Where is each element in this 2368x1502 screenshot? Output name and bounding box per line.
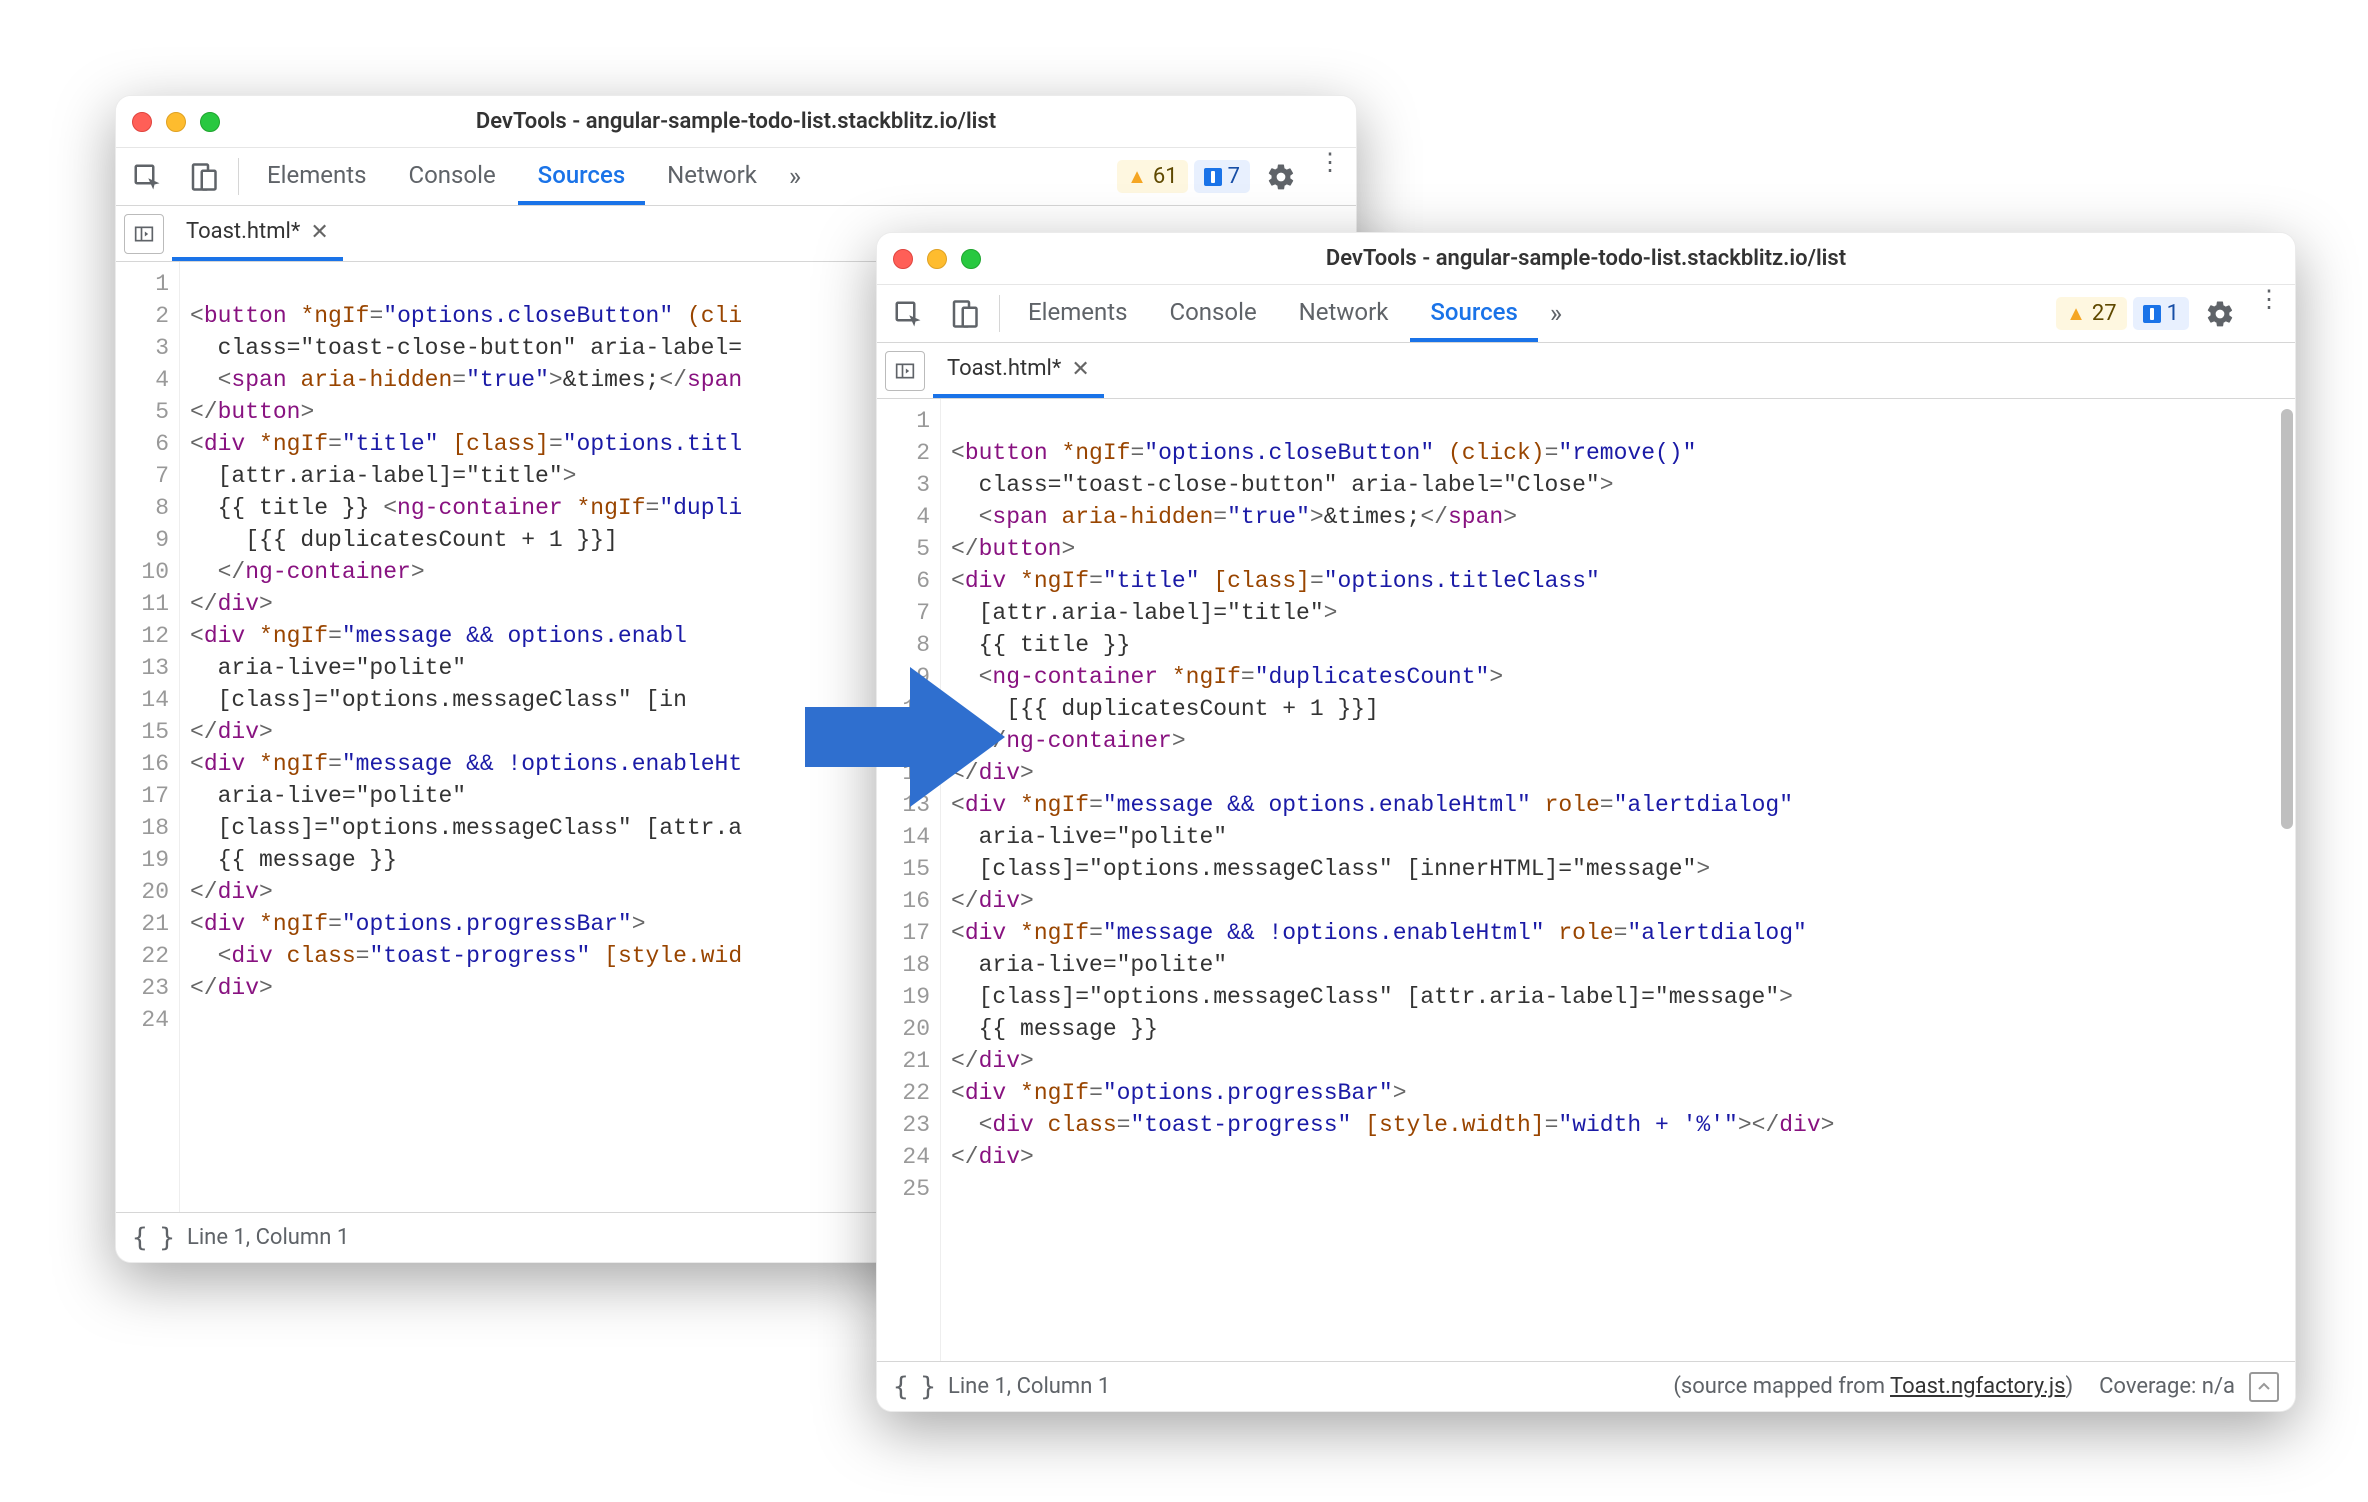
- inspect-icon[interactable]: [881, 285, 935, 342]
- minimize-window-icon[interactable]: [166, 112, 186, 132]
- line-gutter: 1234567891011121314151617181920212223242…: [877, 399, 941, 1361]
- close-window-icon[interactable]: [132, 112, 152, 132]
- cursor-position: Line 1, Column 1: [948, 1374, 1110, 1399]
- window-title: DevTools - angular-sample-todo-list.stac…: [1326, 246, 1846, 271]
- close-tab-icon[interactable]: ✕: [310, 219, 328, 245]
- line-gutter: 123456789101112131415161718192021222324: [116, 262, 180, 1212]
- navigator-toggle-icon[interactable]: [124, 214, 164, 254]
- tab-elements[interactable]: Elements: [247, 148, 386, 205]
- settings-icon[interactable]: [1254, 148, 1308, 205]
- kebab-menu-icon[interactable]: ⋮: [2249, 285, 2291, 342]
- close-window-icon[interactable]: [893, 249, 913, 269]
- warnings-badge[interactable]: ▲61: [1117, 160, 1188, 193]
- navigator-toggle-icon[interactable]: [885, 351, 925, 391]
- tab-sources[interactable]: Sources: [1410, 285, 1538, 342]
- window-title: DevTools - angular-sample-todo-list.stac…: [476, 109, 996, 134]
- devtools-window-b: DevTools - angular-sample-todo-list.stac…: [876, 232, 2296, 1412]
- zoom-window-icon[interactable]: [961, 249, 981, 269]
- kebab-menu-icon[interactable]: ⋮: [1310, 148, 1352, 205]
- file-tab-toast[interactable]: Toast.html* ✕: [933, 343, 1104, 398]
- file-tab-label: Toast.html*: [947, 356, 1061, 381]
- tab-network[interactable]: Network: [1279, 285, 1409, 342]
- close-tab-icon[interactable]: ✕: [1071, 356, 1089, 382]
- device-toggle-icon[interactable]: [176, 148, 230, 205]
- statusbar: { } Line 1, Column 1 (source mapped from…: [877, 1361, 2295, 1411]
- zoom-window-icon[interactable]: [200, 112, 220, 132]
- traffic-lights[interactable]: [132, 112, 220, 132]
- pretty-print-icon[interactable]: { }: [132, 1223, 173, 1253]
- inspect-icon[interactable]: [120, 148, 174, 205]
- more-tabs-icon[interactable]: »: [1540, 285, 1572, 342]
- file-tabs: Toast.html* ✕: [877, 343, 2295, 399]
- pretty-print-icon[interactable]: { }: [893, 1372, 934, 1402]
- file-tab-label: Toast.html*: [186, 219, 300, 244]
- source-map-link[interactable]: Toast.ngfactory.js: [1890, 1374, 2065, 1399]
- messages-badge[interactable]: 1: [2133, 297, 2189, 330]
- cursor-position: Line 1, Column 1: [187, 1225, 349, 1250]
- warnings-badge[interactable]: ▲27: [2056, 297, 2127, 330]
- file-tab-toast[interactable]: Toast.html* ✕: [172, 206, 343, 261]
- scrollbar-thumb[interactable]: [2281, 409, 2293, 829]
- toolbar: Elements Console Sources Network » ▲61 7…: [116, 148, 1356, 206]
- coverage-text: Coverage: n/a: [2099, 1374, 2235, 1399]
- tab-network[interactable]: Network: [647, 148, 777, 205]
- traffic-lights[interactable]: [893, 249, 981, 269]
- source-map-text: (source mapped from Toast.ngfactory.js): [1673, 1374, 2073, 1399]
- device-toggle-icon[interactable]: [937, 285, 991, 342]
- transition-arrow-icon: [800, 662, 1010, 812]
- code-editor[interactable]: 1234567891011121314151617181920212223242…: [877, 399, 2295, 1361]
- titlebar: DevTools - angular-sample-todo-list.stac…: [877, 233, 2295, 285]
- tab-sources[interactable]: Sources: [518, 148, 646, 205]
- titlebar: DevTools - angular-sample-todo-list.stac…: [116, 96, 1356, 148]
- settings-icon[interactable]: [2193, 285, 2247, 342]
- minimize-window-icon[interactable]: [927, 249, 947, 269]
- drawer-toggle-icon[interactable]: [2249, 1372, 2279, 1402]
- toolbar: Elements Console Network Sources » ▲27 1…: [877, 285, 2295, 343]
- tab-console[interactable]: Console: [1149, 285, 1276, 342]
- tab-elements[interactable]: Elements: [1008, 285, 1147, 342]
- messages-badge[interactable]: 7: [1194, 160, 1250, 193]
- more-tabs-icon[interactable]: »: [779, 148, 811, 205]
- code-content[interactable]: <button *ngIf="options.closeButton" (cli…: [941, 399, 2295, 1361]
- tab-console[interactable]: Console: [388, 148, 515, 205]
